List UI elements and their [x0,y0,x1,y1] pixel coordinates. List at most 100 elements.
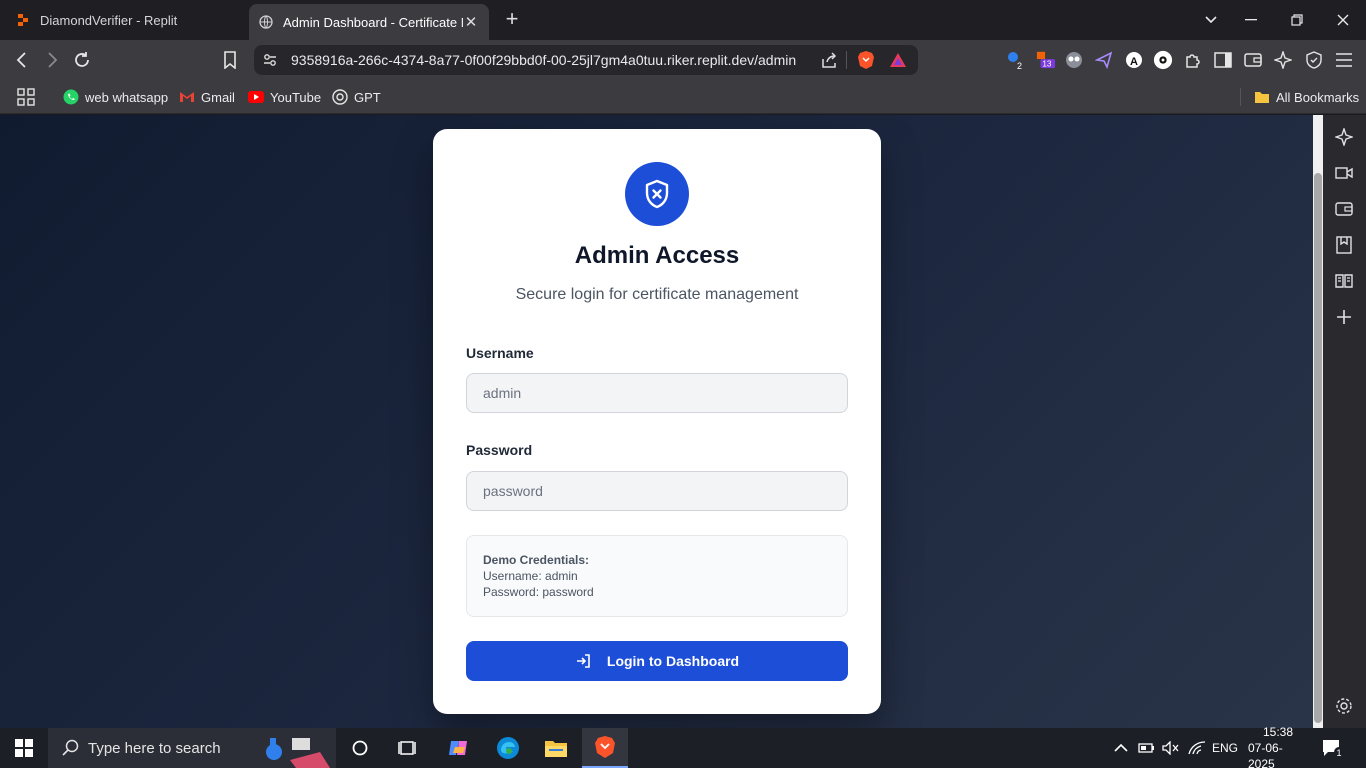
clock-date: 07-06-2025 [1248,741,1283,768]
battery-icon[interactable] [1138,728,1156,768]
back-arrow-icon [16,52,26,68]
taskbar-search-box[interactable]: Type here to search [48,728,336,768]
windows-start-icon[interactable] [0,728,48,768]
edge-icon[interactable] [487,728,529,768]
minimize-button[interactable] [1228,0,1274,40]
scrollbar-thumb[interactable] [1314,173,1322,723]
share-icon[interactable] [820,51,838,69]
site-info-icon[interactable] [262,52,278,68]
login-button[interactable]: Login to Dashboard [466,641,848,681]
copilot-icon[interactable] [438,728,480,768]
close-tab-icon[interactable]: ✕ [463,13,479,31]
back-button[interactable] [10,48,34,72]
svg-text:1: 1 [1337,748,1342,758]
bookmark-icon [224,51,236,69]
tab-title: Admin Dashboard - Certificate Management [283,14,463,30]
extensions-puzzle-icon[interactable] [1183,50,1203,70]
cortana-icon[interactable] [340,728,380,768]
all-bookmarks-label: All Bookmarks [1276,89,1360,105]
bookmark-label: Gmail [201,89,235,105]
sidebar-toggle-icon[interactable] [1213,50,1233,70]
username-input[interactable] [466,373,848,413]
replit-icon [18,14,28,26]
bookmark-web-whatsapp[interactable]: web whatsapp [63,87,168,107]
tab-admin-dashboard[interactable]: Admin Dashboard - Certificate Management… [249,4,489,40]
tab-title: DiamondVerifier - Replit [40,12,178,28]
video-call-icon[interactable] [1334,163,1354,183]
youtube-icon [248,89,264,105]
bookmark-label: GPT [354,89,381,105]
search-icon [62,739,79,756]
wallet-panel-icon[interactable] [1334,199,1354,219]
leo-sparkle-icon[interactable] [1334,127,1354,147]
send-extension-icon[interactable] [1094,50,1114,70]
demo-username: Username: admin [483,569,578,583]
close-window-button[interactable] [1320,0,1366,40]
bookmarks-panel-icon[interactable] [1334,235,1354,255]
clock[interactable]: 15:38 07-06-2025 [1248,725,1308,768]
apps-grid-icon[interactable] [17,87,35,107]
a-extension-icon[interactable]: A [1124,50,1144,70]
page-subtitle: Secure login for certificate management [515,286,799,303]
wallet-icon[interactable] [1243,50,1263,70]
file-explorer-icon[interactable] [535,728,577,768]
windows-taskbar: Type here to search ENG 15:38 07-06-2025 [0,725,1366,768]
settings-gear-icon[interactable] [1334,696,1354,716]
task-view-icon[interactable] [388,728,428,768]
restore-button[interactable] [1274,0,1320,40]
shield-x-icon [625,162,689,226]
forward-arrow-icon [48,52,58,68]
tab-strip: DiamondVerifier - Replit Admin Dashboard… [0,0,1366,40]
url-text: 9358916a-266c-4374-8a77-0f00f29bbd0f-00-… [291,52,797,68]
page-title: Admin Access [574,242,740,269]
search-placeholder: Type here to search [88,739,221,757]
globe-icon [259,15,273,29]
divider [1240,88,1241,106]
notification-center-icon[interactable]: 1 [1322,728,1344,768]
password-label: Password [466,442,533,458]
wifi-icon[interactable] [1188,728,1206,768]
bookmark-youtube[interactable]: YouTube [248,87,321,107]
address-bar[interactable]: 9358916a-266c-4374-8a77-0f00f29bbd0f-00-… [254,45,918,75]
demo-credentials-box: Demo Credentials: Username: admin Passwo… [466,535,848,617]
gmail-icon [179,89,195,105]
forward-button[interactable] [40,48,64,72]
vpn-shield-icon[interactable] [1304,50,1324,70]
brave-rewards-icon[interactable] [889,51,907,69]
whatsapp-icon [63,89,79,105]
leo-ai-icon[interactable] [1273,50,1293,70]
svg-text:A: A [1130,56,1138,68]
login-arrow-icon [575,653,591,669]
bookmark-gmail[interactable]: Gmail [179,87,235,107]
add-panel-icon[interactable] [1334,307,1354,327]
login-card: Admin Access Secure login for certificat… [433,129,881,714]
brave-shields-icon[interactable] [857,50,875,70]
chatgpt-icon [332,89,348,105]
divider [846,51,847,69]
new-tab-button[interactable]: + [502,8,522,32]
extension-badge-13-icon[interactable]: 13 [1036,50,1056,70]
svg-text:13: 13 [1042,59,1052,68]
extension-badge-2-icon[interactable]: 2 [1005,50,1025,70]
bookmark-gpt[interactable]: GPT [332,87,381,107]
demo-password: Password: password [483,585,594,599]
username-label: Username [466,345,534,361]
brave-taskbar-icon[interactable] [582,728,628,768]
side-panel [1323,115,1366,728]
bookmark-page-button[interactable] [218,48,242,72]
reading-list-icon[interactable] [1334,271,1354,291]
tab-diamondverifier[interactable]: DiamondVerifier - Replit [6,4,244,36]
bookmark-label: YouTube [270,89,322,105]
owl-extension-icon[interactable] [1064,50,1084,70]
language-indicator[interactable]: ENG [1212,728,1238,768]
menu-icon[interactable] [1334,50,1354,70]
show-hidden-icons[interactable] [1114,728,1128,768]
gear-extension-icon[interactable] [1153,50,1173,70]
search-highlight-graphic-icon [266,738,330,768]
reload-button[interactable] [70,48,94,72]
all-bookmarks-folder[interactable]: All Bookmarks [1254,87,1359,107]
password-input[interactable] [466,471,848,511]
volume-muted-icon[interactable] [1162,728,1180,768]
bookmark-label: web whatsapp [85,89,169,105]
page-scrollbar[interactable] [1313,115,1323,728]
